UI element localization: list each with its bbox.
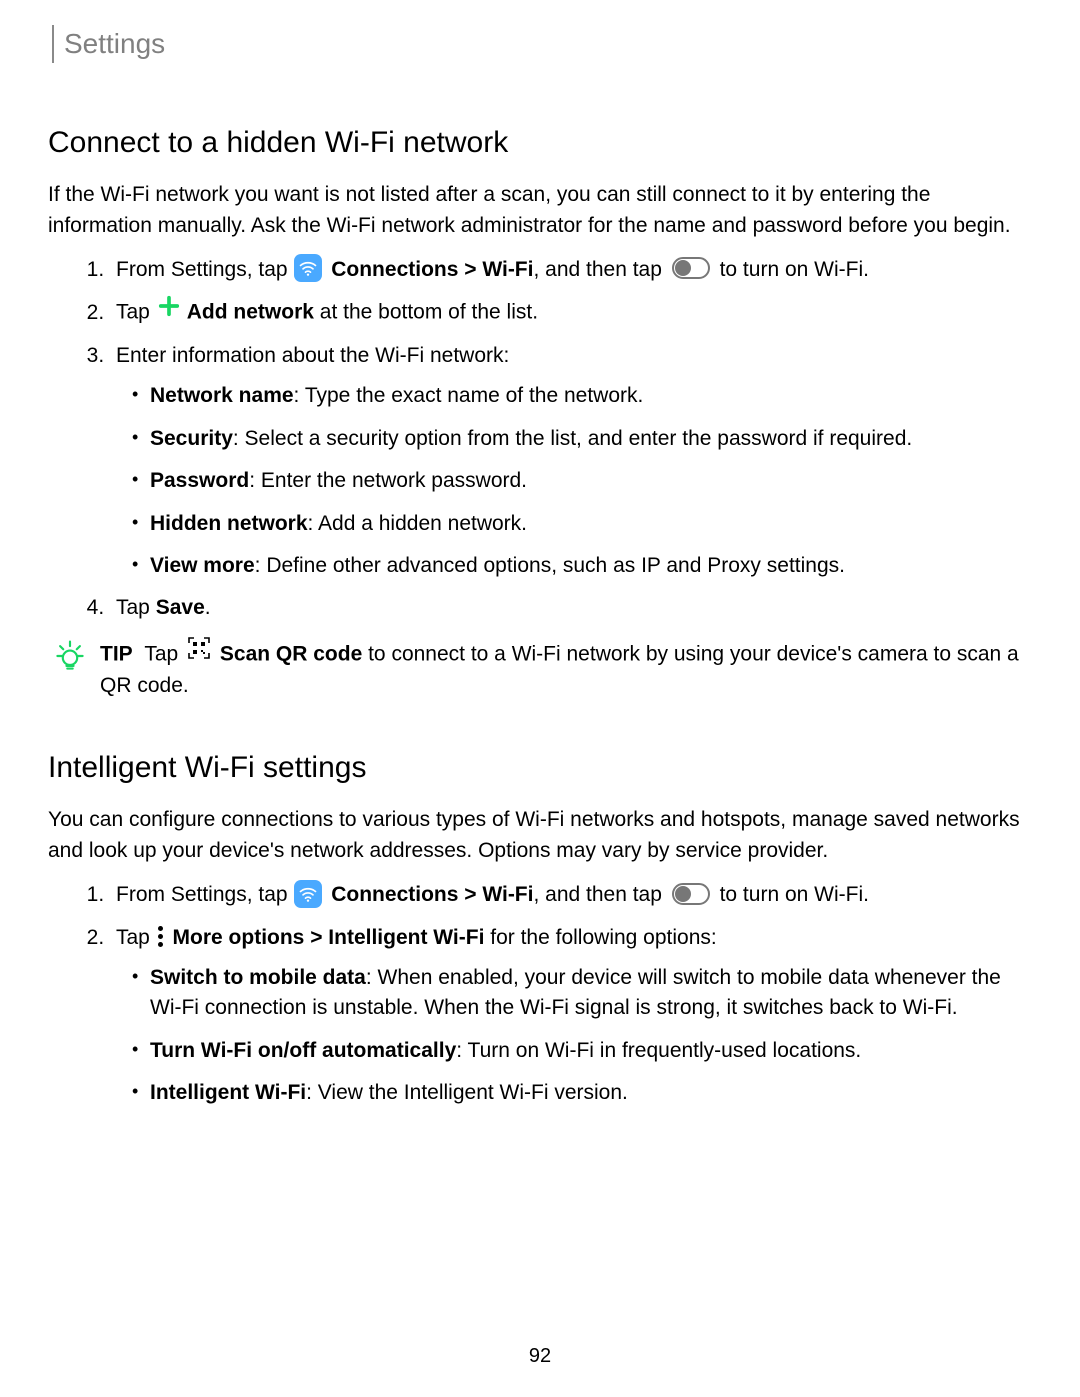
term: View more xyxy=(150,554,255,577)
section-intro: You can configure connections to various… xyxy=(48,805,1024,866)
step-text: Tap xyxy=(116,926,156,949)
section-heading: Connect to a hidden Wi-Fi network xyxy=(48,121,1024,165)
list-item: Turn Wi-Fi on/off automatically: Turn on… xyxy=(148,1036,1024,1066)
step-bold: Add network xyxy=(182,301,314,324)
steps-list: From Settings, tap Connections > Wi-Fi, … xyxy=(48,255,1024,624)
section-intelligent-wifi: Intelligent Wi-Fi settings You can confi… xyxy=(48,746,1024,1109)
toggle-icon xyxy=(672,257,710,279)
more-options-icon xyxy=(158,926,163,947)
desc: : Add a hidden network. xyxy=(308,512,528,535)
step-bold: Connections > Wi-Fi xyxy=(325,883,533,906)
step-text: , and then tap xyxy=(533,883,667,906)
steps-list: From Settings, tap Connections > Wi-Fi, … xyxy=(48,880,1024,1109)
desc: : Enter the network password. xyxy=(249,469,527,492)
list-item: Hidden network: Add a hidden network. xyxy=(148,509,1024,539)
step-text: Tap xyxy=(116,596,156,619)
section-heading: Intelligent Wi-Fi settings xyxy=(48,746,1024,790)
desc: : Select a security option from the list… xyxy=(233,427,912,450)
list-item: Password: Enter the network password. xyxy=(148,466,1024,496)
term: Intelligent Wi-Fi xyxy=(150,1081,306,1104)
section-hidden-wifi: Connect to a hidden Wi-Fi network If the… xyxy=(48,121,1024,702)
term: Network name xyxy=(150,384,294,407)
lightbulb-icon xyxy=(52,638,88,702)
tip-bold: Scan QR code xyxy=(214,642,362,665)
list-item: Switch to mobile data: When enabled, you… xyxy=(148,963,1024,1024)
desc: : Define other advanced options, such as… xyxy=(255,554,845,577)
term: Security xyxy=(150,427,233,450)
tip-part: Tap xyxy=(144,642,184,665)
page-number: 92 xyxy=(0,1342,1080,1371)
term: Switch to mobile data xyxy=(150,966,366,989)
desc: : Type the exact name of the network. xyxy=(294,384,644,407)
term: Turn Wi-Fi on/off automatically xyxy=(150,1039,456,1062)
connections-icon xyxy=(294,880,322,908)
tip-block: TIP Tap Scan QR code to connect to a Wi-… xyxy=(52,638,1024,702)
term: Password xyxy=(150,469,249,492)
step-text: Tap xyxy=(116,301,156,324)
step-item: Tap Add network at the bottom of the lis… xyxy=(110,297,1024,328)
header-title: Settings xyxy=(64,24,165,65)
list-item: Security: Select a security option from … xyxy=(148,424,1024,454)
step-text: for the following options: xyxy=(484,926,716,949)
toggle-icon xyxy=(672,883,710,905)
desc: : View the Intelligent Wi-Fi version. xyxy=(306,1081,628,1104)
qr-icon xyxy=(187,636,211,669)
step-text: to turn on Wi-Fi. xyxy=(714,258,869,281)
sub-list: Network name: Type the exact name of the… xyxy=(116,381,1024,581)
tip-label: TIP xyxy=(100,642,133,665)
page-header: Settings xyxy=(52,24,1024,65)
step-bold: More options > Intelligent Wi-Fi xyxy=(167,926,485,949)
step-item: From Settings, tap Connections > Wi-Fi, … xyxy=(110,255,1024,285)
step-text: From Settings, tap xyxy=(116,883,293,906)
step-text: to turn on Wi-Fi. xyxy=(714,883,869,906)
step-item: From Settings, tap Connections > Wi-Fi, … xyxy=(110,880,1024,910)
step-item: Tap Save. xyxy=(110,593,1024,623)
term: Hidden network xyxy=(150,512,308,535)
list-item: Network name: Type the exact name of the… xyxy=(148,381,1024,411)
step-bold: Connections > Wi-Fi xyxy=(325,258,533,281)
list-item: View more: Define other advanced options… xyxy=(148,551,1024,581)
step-text: From Settings, tap xyxy=(116,258,293,281)
step-text: at the bottom of the list. xyxy=(314,301,538,324)
plus-icon xyxy=(158,295,180,326)
desc: : Turn on Wi-Fi in frequently-used locat… xyxy=(456,1039,861,1062)
section-intro: If the Wi-Fi network you want is not lis… xyxy=(48,180,1024,241)
step-text: . xyxy=(205,596,211,619)
step-bold: Save xyxy=(156,596,205,619)
list-item: Intelligent Wi-Fi: View the Intelligent … xyxy=(148,1078,1024,1108)
step-item: Enter information about the Wi-Fi networ… xyxy=(110,341,1024,582)
connections-icon xyxy=(294,254,322,282)
step-item: Tap More options > Intelligent Wi-Fi for… xyxy=(110,923,1024,1109)
tip-text: TIP Tap Scan QR code to connect to a Wi-… xyxy=(100,638,1024,702)
header-rule xyxy=(52,25,54,63)
sub-list: Switch to mobile data: When enabled, you… xyxy=(116,963,1024,1109)
step-text: , and then tap xyxy=(533,258,667,281)
step-text: Enter information about the Wi-Fi networ… xyxy=(116,344,509,367)
